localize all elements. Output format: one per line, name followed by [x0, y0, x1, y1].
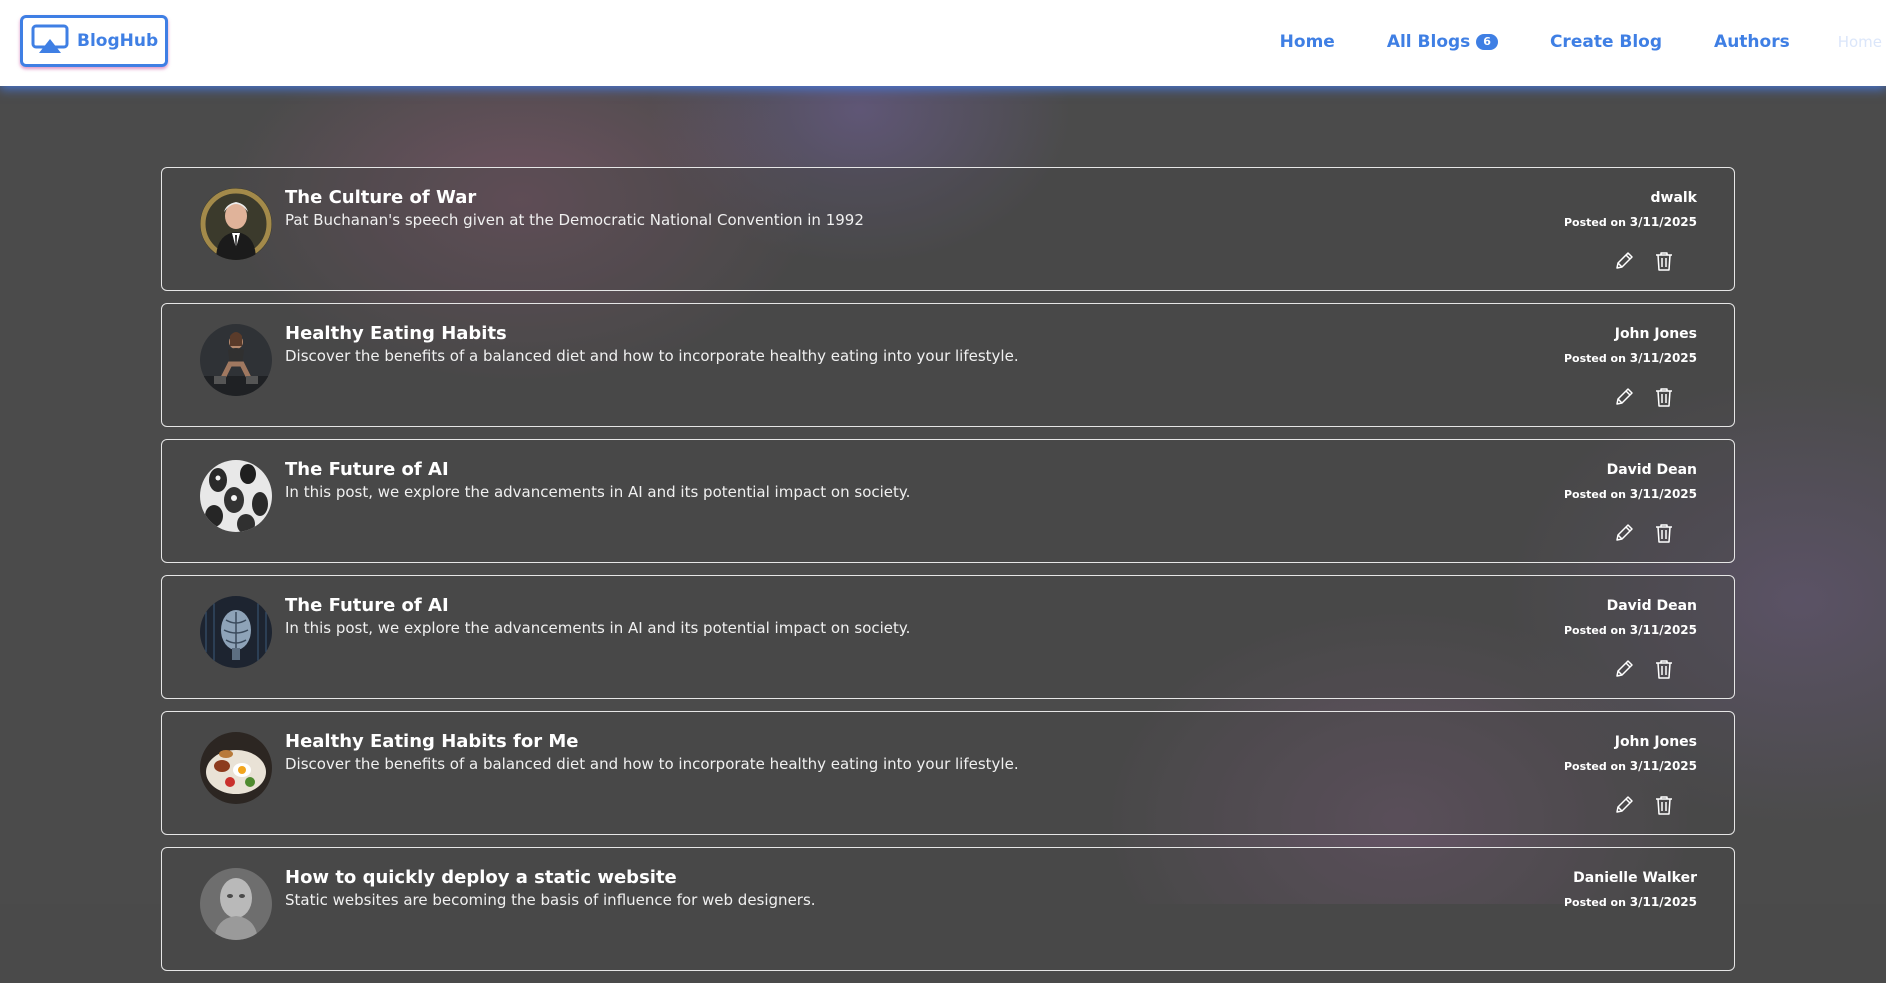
pencil-icon	[1613, 796, 1635, 820]
edit-button[interactable]	[1613, 658, 1635, 680]
post-actions	[1613, 794, 1675, 816]
nav-authors-label: Authors	[1714, 32, 1790, 52]
delete-button[interactable]	[1653, 658, 1675, 680]
posted-prefix: Posted on	[1563, 352, 1626, 365]
posted-prefix: Posted on	[1563, 624, 1626, 637]
post-author: John Jones	[1614, 734, 1697, 750]
post-actions	[1613, 658, 1675, 680]
blog-card[interactable]: Healthy Eating Habits for Me Discover th…	[161, 711, 1735, 835]
post-author: Danielle Walker	[1573, 870, 1697, 886]
post-description: Static websites are becoming the basis o…	[285, 891, 816, 909]
post-date: Posted on 3/11/2025	[1564, 351, 1697, 365]
author-avatar	[200, 596, 272, 668]
post-author: David Dean	[1606, 598, 1697, 614]
date-value: 3/11/2025	[1629, 623, 1697, 637]
edit-button[interactable]	[1613, 522, 1635, 544]
blog-card[interactable]: The Future of AI In this post, we explor…	[161, 575, 1735, 699]
nav-home-label: Home	[1279, 32, 1335, 52]
edit-button[interactable]	[1613, 250, 1635, 272]
trash-icon	[1653, 796, 1675, 820]
pencil-icon	[1613, 524, 1635, 548]
posted-prefix: Posted on	[1563, 760, 1626, 773]
post-title[interactable]: The Future of AI	[285, 595, 449, 616]
airplay-icon	[31, 24, 69, 58]
author-avatar	[200, 324, 272, 396]
main-nav: Home All Blogs 6 Create Blog Authors Hom…	[1228, 0, 1886, 84]
nav-all-blogs[interactable]: All Blogs 6	[1387, 32, 1498, 52]
date-value: 3/11/2025	[1629, 895, 1697, 909]
date-value: 3/11/2025	[1629, 759, 1697, 773]
delete-button[interactable]	[1653, 250, 1675, 272]
blog-card[interactable]: The Culture of War Pat Buchanan's speech…	[161, 167, 1735, 291]
post-description: In this post, we explore the advancement…	[285, 483, 911, 501]
post-title[interactable]: Healthy Eating Habits	[285, 323, 507, 344]
post-author: John Jones	[1614, 326, 1697, 342]
top-navbar: BlogHub Home All Blogs 6 Create Blog Aut…	[0, 0, 1886, 86]
post-description: In this post, we explore the advancement…	[285, 619, 911, 637]
logo-text: BlogHub	[77, 31, 159, 51]
post-description: Discover the benefits of a balanced diet…	[285, 755, 1019, 773]
nav-create-blog[interactable]: Create Blog	[1550, 32, 1662, 52]
post-date: Posted on 3/11/2025	[1564, 487, 1697, 501]
post-description: Discover the benefits of a balanced diet…	[285, 347, 1019, 365]
post-actions	[1613, 250, 1675, 272]
posted-prefix: Posted on	[1563, 896, 1626, 909]
post-date: Posted on 3/11/2025	[1564, 215, 1697, 229]
post-title[interactable]: Healthy Eating Habits for Me	[285, 731, 579, 752]
pencil-icon	[1613, 252, 1635, 276]
nav-home-faded[interactable]: Home	[1838, 33, 1882, 51]
author-avatar	[200, 188, 272, 260]
post-actions	[1613, 522, 1675, 544]
edit-button[interactable]	[1613, 794, 1635, 816]
blog-count-badge: 6	[1476, 34, 1498, 50]
posted-prefix: Posted on	[1563, 216, 1626, 229]
posted-prefix: Posted on	[1563, 488, 1626, 501]
post-title[interactable]: The Culture of War	[285, 187, 476, 208]
post-title[interactable]: The Future of AI	[285, 459, 449, 480]
pencil-icon	[1613, 660, 1635, 684]
trash-icon	[1653, 388, 1675, 412]
delete-button[interactable]	[1653, 794, 1675, 816]
post-author: David Dean	[1606, 462, 1697, 478]
pencil-icon	[1613, 388, 1635, 412]
blog-card[interactable]: The Future of AI In this post, we explor…	[161, 439, 1735, 563]
nav-authors[interactable]: Authors	[1714, 32, 1790, 52]
post-date: Posted on 3/11/2025	[1564, 895, 1697, 909]
date-value: 3/11/2025	[1629, 215, 1697, 229]
date-value: 3/11/2025	[1629, 351, 1697, 365]
post-title[interactable]: How to quickly deploy a static website	[285, 867, 677, 888]
post-date: Posted on 3/11/2025	[1564, 759, 1697, 773]
post-actions	[1613, 386, 1675, 408]
trash-icon	[1653, 252, 1675, 276]
trash-icon	[1653, 524, 1675, 548]
nav-home[interactable]: Home	[1280, 32, 1335, 52]
post-date: Posted on 3/11/2025	[1564, 623, 1697, 637]
edit-button[interactable]	[1613, 386, 1635, 408]
blog-card[interactable]: Healthy Eating Habits Discover the benef…	[161, 303, 1735, 427]
blog-list: The Culture of War Pat Buchanan's speech…	[161, 167, 1735, 983]
post-description: Pat Buchanan's speech given at the Democ…	[285, 211, 864, 229]
logo-link[interactable]: BlogHub	[20, 15, 168, 67]
delete-button[interactable]	[1653, 386, 1675, 408]
nav-home-faded-label: Home	[1837, 33, 1882, 51]
nav-create-blog-label: Create Blog	[1549, 32, 1663, 52]
author-avatar	[200, 868, 272, 940]
blog-card[interactable]: How to quickly deploy a static website S…	[161, 847, 1735, 971]
nav-all-blogs-label: All Blogs	[1386, 32, 1471, 52]
date-value: 3/11/2025	[1629, 487, 1697, 501]
delete-button[interactable]	[1653, 522, 1675, 544]
post-author: dwalk	[1650, 190, 1697, 206]
author-avatar	[200, 732, 272, 804]
trash-icon	[1653, 660, 1675, 684]
author-avatar	[200, 460, 272, 532]
